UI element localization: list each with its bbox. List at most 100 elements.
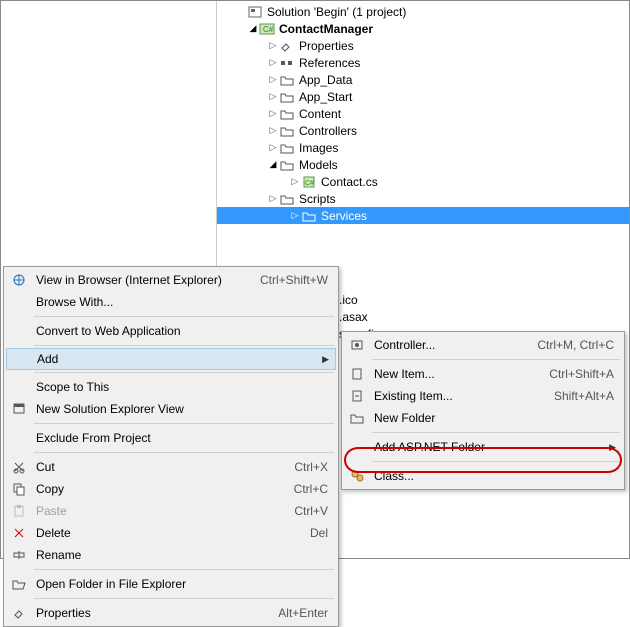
svg-text:C#: C#: [305, 180, 314, 187]
menu-paste: Paste Ctrl+V: [6, 500, 336, 522]
menu-separator: [372, 432, 620, 433]
solution-node[interactable]: Solution 'Begin' (1 project): [217, 3, 629, 20]
menu-add-aspnet-folder[interactable]: Add ASP.NET Folder ▶: [344, 436, 622, 458]
delete-icon: [6, 522, 32, 544]
copy-icon: [6, 478, 32, 500]
menu-separator: [34, 452, 334, 453]
expander-icon[interactable]: ▷: [267, 125, 279, 136]
paste-icon: [6, 500, 32, 522]
node-label: Scripts: [299, 192, 342, 206]
expander-icon[interactable]: ▷: [267, 57, 279, 68]
expander-icon[interactable]: ▷: [267, 91, 279, 102]
new-folder-icon: [344, 407, 370, 429]
svg-text:C#: C#: [263, 25, 274, 34]
expander-icon[interactable]: ▷: [267, 74, 279, 85]
menu-separator: [34, 569, 334, 570]
submenu-arrow-icon: ▶: [322, 354, 329, 365]
wrench-icon: [279, 39, 295, 53]
csharp-project-icon: C#: [259, 22, 275, 36]
menu-scope[interactable]: Scope to This: [6, 376, 336, 398]
open-folder-icon: [6, 573, 32, 595]
node-label: Properties: [299, 39, 360, 53]
expander-icon[interactable]: ▷: [289, 210, 301, 221]
expander-icon[interactable]: ◢: [267, 159, 279, 170]
menu-exclude[interactable]: Exclude From Project: [6, 427, 336, 449]
references-node[interactable]: ▷ References: [217, 54, 629, 71]
class-icon: [344, 465, 370, 487]
peek-ico[interactable]: .ico: [339, 291, 386, 308]
appdata-node[interactable]: ▷ App_Data: [217, 71, 629, 88]
menu-view-in-browser[interactable]: View in Browser (Internet Explorer) Ctrl…: [6, 269, 336, 291]
menu-separator: [34, 345, 334, 346]
menu-copy[interactable]: Copy Ctrl+C: [6, 478, 336, 500]
properties-node[interactable]: ▷ Properties: [217, 37, 629, 54]
context-menu-add: Controller... Ctrl+M, Ctrl+C New Item...…: [341, 331, 625, 490]
menu-delete[interactable]: Delete Del: [6, 522, 336, 544]
expander-icon[interactable]: ▷: [289, 176, 301, 187]
menu-add-class[interactable]: Class...: [344, 465, 622, 487]
node-label: App_Start: [299, 90, 358, 104]
window-icon: [6, 398, 32, 420]
folder-icon: [279, 107, 295, 121]
cut-icon: [6, 456, 32, 478]
menu-add-existing-item[interactable]: Existing Item... Shift+Alt+A: [344, 385, 622, 407]
new-item-icon: [344, 363, 370, 385]
folder-icon: [279, 158, 295, 172]
scripts-node[interactable]: ▷ Scripts: [217, 190, 629, 207]
context-menu-main: View in Browser (Internet Explorer) Ctrl…: [3, 266, 339, 627]
content-node[interactable]: ▷ Content: [217, 105, 629, 122]
node-label: References: [299, 56, 366, 70]
node-label: Services: [321, 209, 373, 223]
menu-add-new-item[interactable]: New Item... Ctrl+Shift+A: [344, 363, 622, 385]
menu-separator: [372, 461, 620, 462]
menu-separator: [34, 598, 334, 599]
node-label: Contact.cs: [321, 175, 384, 189]
appstart-node[interactable]: ▷ App_Start: [217, 88, 629, 105]
expander-icon[interactable]: ◢: [247, 23, 259, 34]
folder-icon: [301, 209, 317, 223]
expander-icon[interactable]: ▷: [267, 142, 279, 153]
contact-cs-node[interactable]: ▷ C# Contact.cs: [217, 173, 629, 190]
menu-cut[interactable]: Cut Ctrl+X: [6, 456, 336, 478]
folder-icon: [279, 141, 295, 155]
menu-separator: [34, 372, 334, 373]
csharp-file-icon: C#: [301, 175, 317, 189]
references-icon: [279, 56, 295, 70]
solution-icon: [247, 5, 263, 19]
menu-rename[interactable]: Rename: [6, 544, 336, 566]
expander-icon[interactable]: ▷: [267, 193, 279, 204]
expander-icon[interactable]: ▷: [267, 108, 279, 119]
solution-label: Solution 'Begin' (1 project): [267, 5, 412, 19]
controllers-node[interactable]: ▷ Controllers: [217, 122, 629, 139]
node-label: Controllers: [299, 124, 363, 138]
menu-open-folder[interactable]: Open Folder in File Explorer: [6, 573, 336, 595]
menu-separator: [34, 423, 334, 424]
rename-icon: [6, 544, 32, 566]
menu-convert-web[interactable]: Convert to Web Application: [6, 320, 336, 342]
expander-icon[interactable]: ▷: [267, 40, 279, 51]
controller-icon: [344, 334, 370, 356]
project-node[interactable]: ◢ C# ContactManager: [217, 20, 629, 37]
folder-icon: [279, 90, 295, 104]
menu-properties[interactable]: Properties Alt+Enter: [6, 602, 336, 624]
existing-item-icon: [344, 385, 370, 407]
menu-add-new-folder[interactable]: New Folder: [344, 407, 622, 429]
menu-browse-with[interactable]: Browse With...: [6, 291, 336, 313]
node-label: Models: [299, 158, 344, 172]
menu-add[interactable]: Add ▶: [6, 348, 336, 370]
services-node[interactable]: ▷ Services: [217, 207, 629, 224]
menu-new-sln-view[interactable]: New Solution Explorer View: [6, 398, 336, 420]
peek-asax[interactable]: .asax: [339, 308, 386, 325]
images-node[interactable]: ▷ Images: [217, 139, 629, 156]
wrench-icon: [6, 602, 32, 624]
folder-icon: [279, 73, 295, 87]
node-label: Content: [299, 107, 347, 121]
node-label: App_Data: [299, 73, 358, 87]
node-label: Images: [299, 141, 344, 155]
folder-icon: [279, 124, 295, 138]
menu-separator: [372, 359, 620, 360]
models-node[interactable]: ◢ Models: [217, 156, 629, 173]
submenu-arrow-icon: ▶: [609, 442, 616, 453]
menu-add-controller[interactable]: Controller... Ctrl+M, Ctrl+C: [344, 334, 622, 356]
menu-separator: [34, 316, 334, 317]
